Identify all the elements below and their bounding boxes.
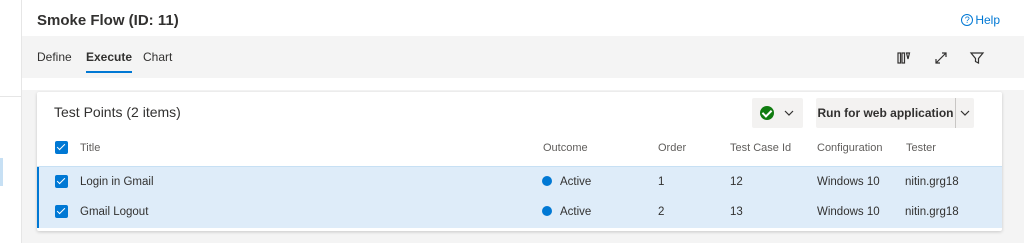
column-header-test-case-id[interactable]: Test Case Id <box>730 142 791 154</box>
test-points-title: Test Points (2 items) <box>54 104 181 120</box>
help-link[interactable]: ? Help <box>961 13 1000 27</box>
row-test-case-id: 13 <box>730 206 743 218</box>
page-header: Smoke Flow (ID: 11) ? Help Define Execut… <box>22 0 1024 90</box>
row-order: 1 <box>658 176 665 188</box>
page-title: Smoke Flow (ID: 11) <box>37 12 179 29</box>
row-test-case-id: 12 <box>730 176 743 188</box>
active-status-icon <box>542 176 552 186</box>
chevron-down-icon <box>960 110 970 116</box>
outcome-dropdown[interactable] <box>752 98 803 128</box>
tab-bar: Define Execute Chart <box>22 36 1024 78</box>
column-header-title[interactable]: Title <box>80 142 100 154</box>
row-outcome: Active <box>542 206 591 218</box>
column-header-order[interactable]: Order <box>658 142 686 154</box>
row-order: 2 <box>658 206 665 218</box>
tab-chart[interactable]: Chart <box>143 50 172 64</box>
row-outcome-label: Active <box>560 176 592 188</box>
row-checkbox[interactable] <box>55 175 68 188</box>
column-header-configuration[interactable]: Configuration <box>817 142 882 154</box>
column-header-outcome[interactable]: Outcome <box>543 142 588 154</box>
help-label: Help <box>975 13 1000 27</box>
table-row[interactable]: Login in Gmail Active 1 12 Windows 10 ni… <box>37 166 1002 197</box>
row-outcome: Active <box>542 176 591 188</box>
tab-define[interactable]: Define <box>37 50 72 64</box>
row-tester: nitin.grg18 <box>905 176 959 188</box>
left-nav-rail <box>0 0 22 243</box>
row-checkbox[interactable] <box>55 205 68 218</box>
row-tester: nitin.grg18 <box>905 206 959 218</box>
table-header: Title Outcome Order Test Case Id Configu… <box>37 133 1002 163</box>
filter-icon[interactable] <box>969 50 985 66</box>
help-icon: ? <box>961 14 974 26</box>
table-row[interactable]: Gmail Logout Active 2 13 Windows 10 niti… <box>37 197 1002 228</box>
test-points-panel: Test Points (2 items) Run for web applic… <box>37 92 1002 231</box>
tab-execute[interactable]: Execute <box>86 50 133 73</box>
column-header-tester[interactable]: Tester <box>906 142 936 154</box>
run-options-button[interactable] <box>955 98 974 128</box>
nav-selected-marker <box>0 158 3 186</box>
run-button[interactable]: Run for web application <box>816 98 955 128</box>
nav-divider <box>0 96 22 97</box>
active-status-icon <box>542 206 552 216</box>
row-configuration: Windows 10 <box>817 206 880 218</box>
row-outcome-label: Active <box>560 206 592 218</box>
row-title: Gmail Logout <box>80 206 149 218</box>
select-all-checkbox[interactable] <box>55 141 68 154</box>
chevron-down-icon <box>784 110 794 116</box>
column-options-icon[interactable] <box>896 50 912 66</box>
expand-icon[interactable] <box>933 50 949 66</box>
success-check-icon <box>760 106 774 120</box>
row-configuration: Windows 10 <box>817 176 880 188</box>
row-title: Login in Gmail <box>80 176 154 188</box>
